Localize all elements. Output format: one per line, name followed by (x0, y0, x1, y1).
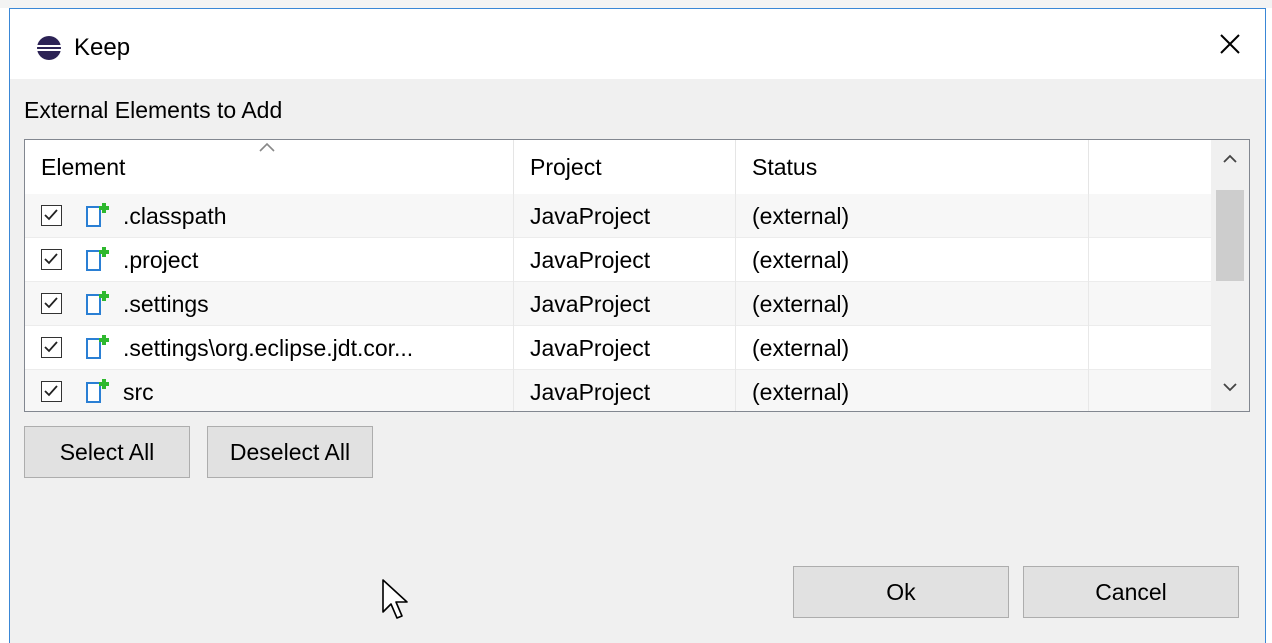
mouse-cursor-icon (382, 579, 408, 619)
row-checkbox[interactable] (41, 337, 62, 358)
checkmark-icon (44, 385, 58, 397)
file-added-icon (86, 247, 109, 271)
table-row[interactable]: .settings\org.eclipse.jdt.cor... JavaPro… (25, 326, 1211, 370)
status-cell: (external) (736, 238, 1089, 282)
keep-dialog: Keep External Elements to Add Element Pr… (9, 8, 1266, 643)
project-cell: JavaProject (514, 326, 736, 370)
element-name: .settings (123, 291, 209, 317)
close-button[interactable] (1195, 9, 1265, 79)
title-bar[interactable]: Keep (10, 9, 1265, 79)
file-added-icon (86, 291, 109, 315)
dialog-title: Keep (74, 34, 131, 61)
element-name: src (123, 379, 154, 405)
status-cell: (external) (736, 326, 1089, 370)
eclipse-icon (37, 36, 61, 60)
column-header-status[interactable]: Status (736, 140, 1089, 194)
scrollbar-thumb[interactable] (1216, 190, 1244, 281)
column-header-label: Status (752, 154, 818, 180)
column-header-project[interactable]: Project (514, 140, 736, 194)
element-cell: .project (25, 238, 514, 282)
external-elements-table: Element Project Status .classpath JavaPr… (24, 139, 1250, 412)
checkmark-icon (44, 253, 58, 265)
select-all-button[interactable]: Select All (24, 426, 190, 478)
close-icon (1220, 34, 1240, 54)
element-name: .settings\org.eclipse.jdt.cor... (123, 335, 414, 361)
column-header-label: Element (41, 154, 126, 180)
file-added-icon (86, 203, 109, 227)
deselect-all-button[interactable]: Deselect All (207, 426, 373, 478)
row-checkbox[interactable] (41, 205, 62, 226)
element-cell: src (25, 370, 514, 411)
file-added-icon (86, 379, 109, 403)
row-checkbox[interactable] (41, 381, 62, 402)
section-label: External Elements to Add (24, 97, 283, 123)
status-cell: (external) (736, 282, 1089, 326)
table-row[interactable]: .classpath JavaProject (external) (25, 194, 1211, 238)
column-header-element[interactable]: Element (25, 140, 514, 194)
table-row[interactable]: .project JavaProject (external) (25, 238, 1211, 282)
status-cell: (external) (736, 370, 1089, 411)
vertical-scrollbar[interactable] (1211, 140, 1249, 411)
element-cell: .classpath (25, 194, 514, 238)
element-name: .classpath (123, 203, 227, 229)
checkmark-icon (44, 341, 58, 353)
column-header-label: Project (530, 154, 602, 180)
element-name: .project (123, 247, 199, 273)
status-cell: (external) (736, 194, 1089, 238)
element-cell: .settings (25, 282, 514, 326)
background-window (0, 0, 1272, 8)
project-cell: JavaProject (514, 370, 736, 411)
element-cell: .settings\org.eclipse.jdt.cor... (25, 326, 514, 370)
sort-ascending-icon (259, 142, 275, 152)
table-header: Element Project Status (25, 140, 1211, 194)
cancel-button[interactable]: Cancel (1023, 566, 1239, 618)
row-checkbox[interactable] (41, 249, 62, 270)
project-cell: JavaProject (514, 194, 736, 238)
ok-button[interactable]: Ok (793, 566, 1009, 618)
chevron-down-icon[interactable] (1220, 380, 1240, 394)
checkmark-icon (44, 209, 58, 221)
checkmark-icon (44, 297, 58, 309)
project-cell: JavaProject (514, 282, 736, 326)
table-row[interactable]: .settings JavaProject (external) (25, 282, 1211, 326)
file-added-icon (86, 335, 109, 359)
chevron-up-icon[interactable] (1220, 152, 1240, 166)
project-cell: JavaProject (514, 238, 736, 282)
row-checkbox[interactable] (41, 293, 62, 314)
table-row[interactable]: src JavaProject (external) (25, 370, 1211, 411)
